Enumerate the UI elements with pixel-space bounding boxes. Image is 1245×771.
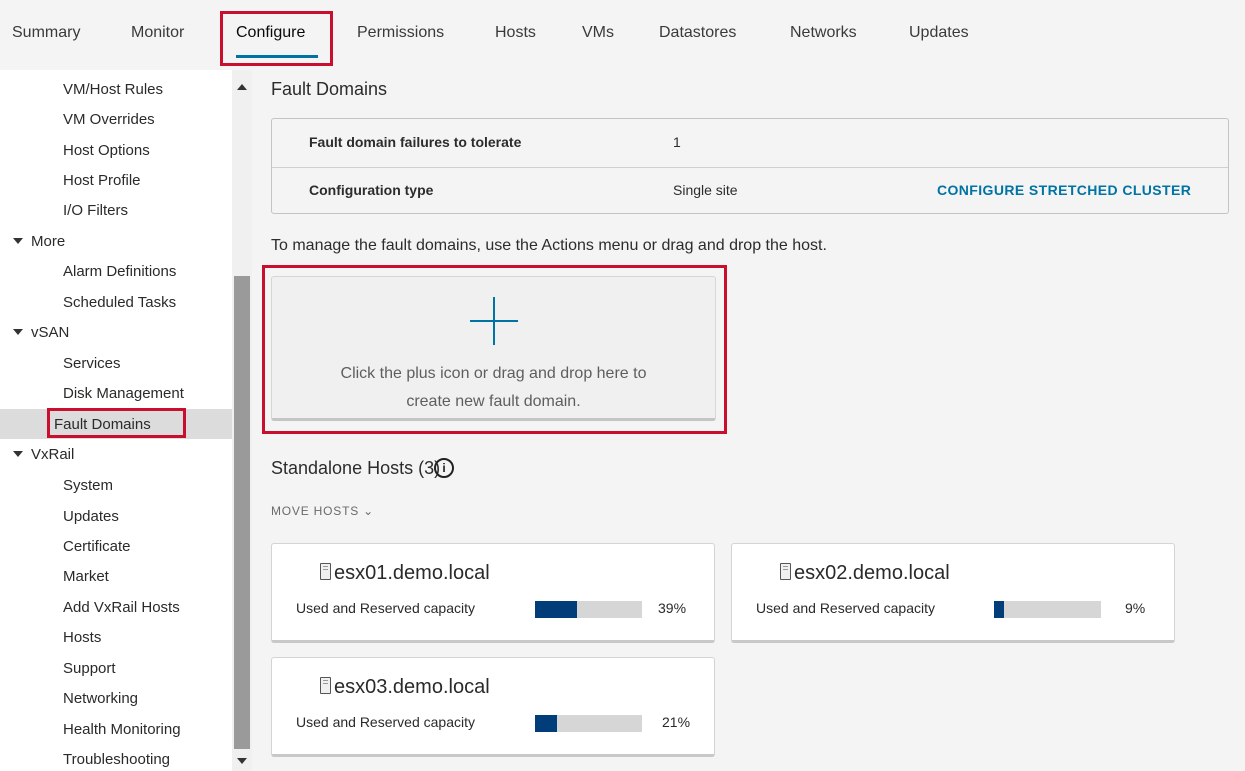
sidebar-item-host-options[interactable]: Host Options bbox=[63, 142, 150, 159]
sidebar-item-add-vxrail-hosts[interactable]: Add VxRail Hosts bbox=[63, 599, 180, 616]
sidebar-item-host-profile[interactable]: Host Profile bbox=[63, 172, 141, 189]
page-title: Fault Domains bbox=[271, 79, 388, 99]
sidebar-scrollbar[interactable] bbox=[232, 70, 252, 771]
scroll-up-arrow-icon[interactable] bbox=[237, 84, 247, 90]
active-tab-indicator bbox=[236, 55, 318, 58]
capacity-label: Used and Reserved capacity bbox=[756, 600, 935, 616]
manage-hint-text: To manage the fault domains, use the Act… bbox=[271, 237, 827, 254]
info-circle-icon[interactable]: i bbox=[434, 458, 454, 478]
host-name-text: esx03.demo.local bbox=[334, 676, 490, 698]
host-name: esx03.demo.local bbox=[320, 676, 490, 699]
sidebar-group-label: vSAN bbox=[31, 324, 70, 341]
top-tab-bar: Summary Monitor Configure Permissions Ho… bbox=[0, 0, 1245, 70]
ftt-label: Fault domain failures to tolerate bbox=[309, 134, 522, 150]
sidebar-group-label: VxRail bbox=[31, 446, 75, 463]
chevron-down-icon bbox=[13, 329, 23, 335]
configure-stretched-cluster-link[interactable]: CONFIGURE STRETCHED CLUSTER bbox=[937, 182, 1191, 198]
tab-networks[interactable]: Networks bbox=[790, 24, 857, 42]
host-server-icon bbox=[320, 563, 331, 580]
tab-datastores[interactable]: Datastores bbox=[659, 24, 736, 42]
sidebar-item-fault-domains[interactable]: Fault Domains bbox=[54, 416, 151, 433]
host-server-icon bbox=[780, 563, 791, 580]
sidebar-item-networking[interactable]: Networking bbox=[63, 690, 138, 707]
host-name-text: esx02.demo.local bbox=[794, 562, 950, 584]
info-divider bbox=[272, 167, 1228, 168]
tab-monitor[interactable]: Monitor bbox=[131, 24, 184, 42]
sidebar-group-vsan[interactable]: vSAN bbox=[13, 324, 69, 341]
sidebar-item-disk-management[interactable]: Disk Management bbox=[63, 385, 184, 402]
sidebar-item-io-filters[interactable]: I/O Filters bbox=[63, 202, 128, 219]
host-card-esx03[interactable]: esx03.demo.local Used and Reserved capac… bbox=[271, 657, 715, 757]
sidebar-item-vm-overrides[interactable]: VM Overrides bbox=[63, 111, 155, 128]
capacity-label: Used and Reserved capacity bbox=[296, 600, 475, 616]
sidebar-nav: VM/Host Rules VM Overrides Host Options … bbox=[0, 70, 232, 771]
move-hosts-dropdown[interactable]: MOVE HOSTS ⌄ bbox=[271, 504, 374, 518]
host-name-text: esx01.demo.local bbox=[334, 562, 490, 584]
tab-vms[interactable]: VMs bbox=[582, 24, 614, 42]
new-fault-domain-dropzone[interactable]: Click the plus icon or drag and drop her… bbox=[271, 276, 716, 421]
standalone-hosts-title: Standalone Hosts (3) bbox=[271, 458, 441, 478]
sidebar-group-label: More bbox=[31, 233, 66, 250]
scrollbar-thumb[interactable] bbox=[234, 276, 250, 749]
config-type-label: Configuration type bbox=[309, 182, 434, 198]
dropzone-text-line2: create new fault domain. bbox=[406, 393, 581, 410]
sidebar-group-vxrail[interactable]: VxRail bbox=[13, 446, 74, 463]
capacity-bar-fill bbox=[994, 601, 1004, 618]
fault-domain-info-panel: Fault domain failures to tolerate 1 Conf… bbox=[271, 118, 1229, 214]
sidebar-item-health-monitoring[interactable]: Health Monitoring bbox=[63, 721, 181, 738]
tab-summary[interactable]: Summary bbox=[12, 24, 80, 42]
ftt-value: 1 bbox=[673, 134, 681, 150]
sidebar-item-troubleshooting[interactable]: Troubleshooting bbox=[63, 751, 170, 768]
capacity-label: Used and Reserved capacity bbox=[296, 714, 475, 730]
sidebar-item-alarm-definitions[interactable]: Alarm Definitions bbox=[63, 263, 176, 280]
sidebar-item-market[interactable]: Market bbox=[63, 568, 109, 585]
plus-icon-horizontal bbox=[470, 320, 518, 322]
tab-updates[interactable]: Updates bbox=[909, 24, 969, 42]
capacity-percent: 21% bbox=[662, 714, 691, 730]
sidebar-item-services[interactable]: Services bbox=[63, 355, 121, 372]
host-card-esx02[interactable]: esx02.demo.local Used and Reserved capac… bbox=[731, 543, 1175, 643]
capacity-bar bbox=[535, 601, 642, 618]
sidebar-item-hosts[interactable]: Hosts bbox=[63, 629, 101, 646]
capacity-percent: 39% bbox=[658, 600, 687, 616]
chevron-down-icon bbox=[13, 238, 23, 244]
host-server-icon bbox=[320, 677, 331, 694]
tab-hosts[interactable]: Hosts bbox=[495, 24, 536, 42]
main-content: Fault Domains Fault domain failures to t… bbox=[252, 70, 1245, 771]
sidebar-group-more[interactable]: More bbox=[13, 233, 65, 250]
capacity-bar bbox=[535, 715, 642, 732]
host-card-esx01[interactable]: esx01.demo.local Used and Reserved capac… bbox=[271, 543, 715, 643]
dropzone-text-line1: Click the plus icon or drag and drop her… bbox=[340, 365, 647, 382]
sidebar-item-certificate[interactable]: Certificate bbox=[63, 538, 131, 555]
capacity-percent: 9% bbox=[1125, 600, 1146, 616]
capacity-bar-fill bbox=[535, 601, 577, 618]
sidebar-item-scheduled-tasks[interactable]: Scheduled Tasks bbox=[63, 294, 176, 311]
sidebar-item-support[interactable]: Support bbox=[63, 660, 116, 677]
sidebar-item-system[interactable]: System bbox=[63, 477, 113, 494]
scroll-down-arrow-icon[interactable] bbox=[237, 758, 247, 764]
capacity-bar-fill bbox=[535, 715, 558, 732]
config-type-value: Single site bbox=[673, 182, 738, 198]
tab-permissions[interactable]: Permissions bbox=[357, 24, 444, 42]
sidebar-item-vm-host-rules[interactable]: VM/Host Rules bbox=[63, 81, 163, 98]
host-name: esx01.demo.local bbox=[320, 562, 490, 585]
capacity-bar bbox=[994, 601, 1101, 618]
host-name: esx02.demo.local bbox=[780, 562, 950, 585]
tab-configure[interactable]: Configure bbox=[236, 24, 305, 42]
sidebar-item-updates[interactable]: Updates bbox=[63, 508, 119, 525]
chevron-down-icon bbox=[13, 451, 23, 457]
